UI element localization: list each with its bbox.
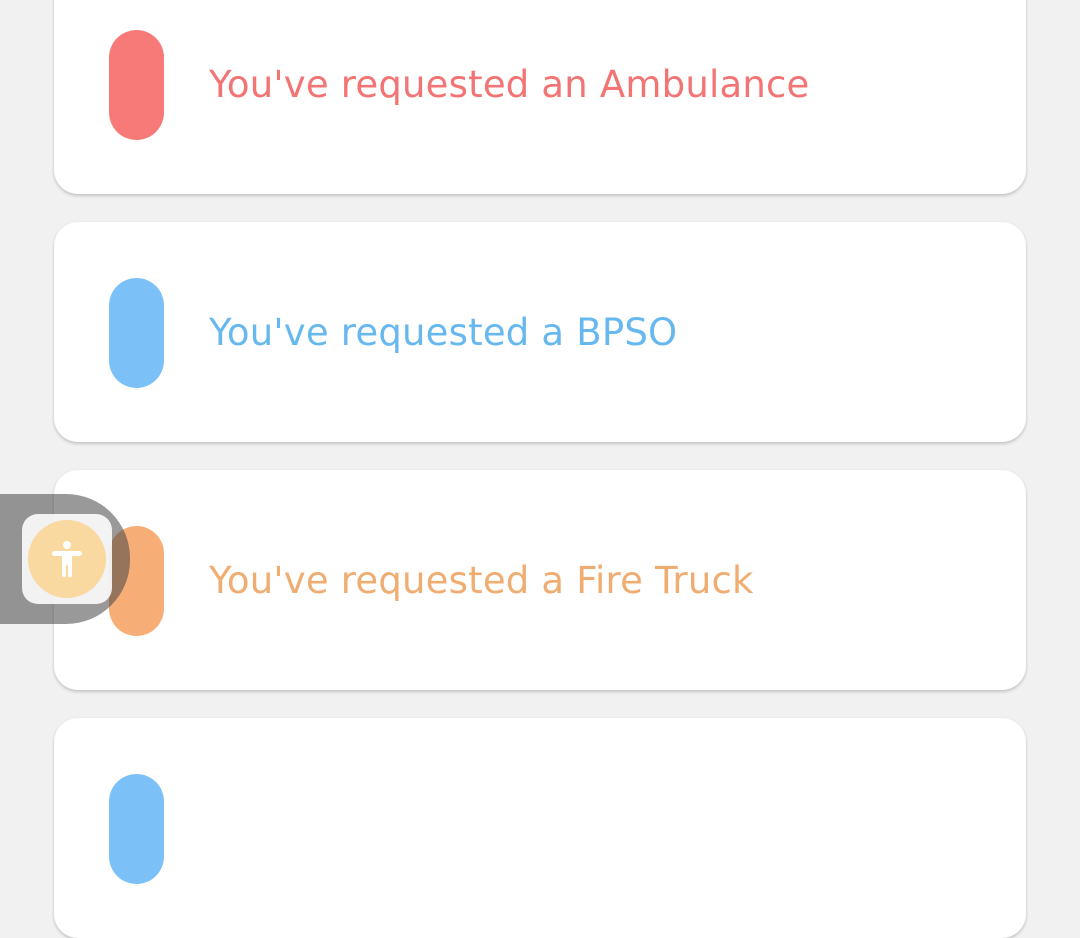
request-message: You've requested a BPSO xyxy=(209,311,678,354)
request-card-bpso[interactable]: You've requested a BPSO xyxy=(54,222,1026,442)
request-card-fire-truck[interactable]: You've requested a Fire Truck xyxy=(54,470,1026,690)
request-message: You've requested an Ambulance xyxy=(209,63,810,106)
request-message: You've requested a Fire Truck xyxy=(209,559,754,602)
request-card[interactable] xyxy=(54,718,1026,938)
accessibility-button[interactable] xyxy=(28,520,106,598)
status-indicator-pill xyxy=(109,30,164,140)
accessibility-icon xyxy=(52,541,82,577)
status-indicator-pill xyxy=(109,774,164,884)
status-indicator-pill xyxy=(109,278,164,388)
request-card-ambulance[interactable]: You've requested an Ambulance xyxy=(54,0,1026,194)
